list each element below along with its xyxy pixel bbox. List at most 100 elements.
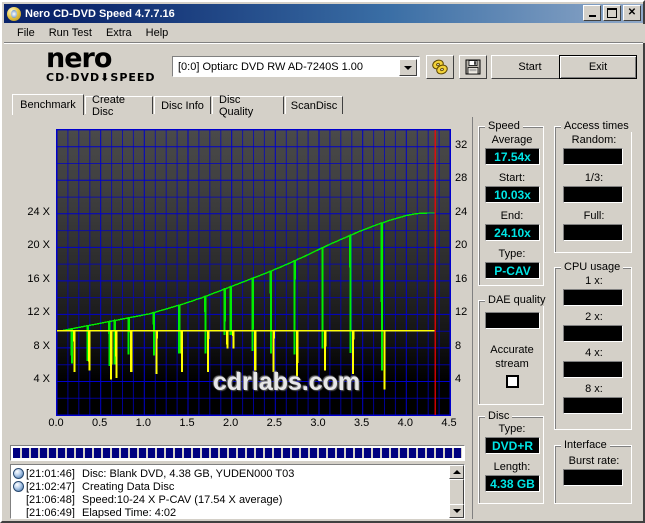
tab-scandisc[interactable]: ScanDisc: [285, 96, 343, 114]
dae-accurate-label-2: stream: [479, 358, 545, 370]
chart-ytick-right: 12: [455, 306, 467, 318]
scroll-up-icon: [453, 470, 461, 474]
cpu-usage-panel: CPU usage 1 x: 2 x: 4 x: 8 x:: [554, 267, 632, 430]
chart-ytick-right: 28: [455, 172, 467, 184]
eject-disc-button[interactable]: [426, 55, 454, 79]
access-random-label: Random:: [555, 134, 633, 146]
menu-item-run-test[interactable]: Run Test: [42, 26, 99, 40]
nero-submark-slash: ⬇: [100, 71, 110, 84]
nero-wordmark: nero: [46, 46, 181, 72]
disc-type-value: DVD+R: [485, 437, 540, 454]
disc-panel-caption: Disc: [485, 410, 512, 422]
scroll-down-button[interactable]: [449, 504, 464, 518]
chart-ytick-right: 4: [455, 373, 461, 385]
cpu-2x-value: [563, 325, 623, 342]
list-item: [21:06:48] Speed:10-24 X P-CAV (17.54 X …: [11, 493, 448, 506]
log-icon-placeholder: [13, 494, 24, 505]
speed-panel: Speed Average 17.54x Start: 10.03x End: …: [478, 126, 544, 286]
speed-average-label: Average: [479, 134, 545, 146]
panel-divider: [472, 117, 473, 519]
dae-quality-caption: DAE quality: [485, 294, 548, 306]
dae-accurate-label-1: Accurate: [479, 344, 545, 356]
speed-type-value: P-CAV: [485, 262, 540, 279]
chart-xtick: 1.0: [128, 417, 158, 429]
tab-strip: Benchmark Create Disc Disc Info Disc Qua…: [12, 94, 637, 114]
list-item: [21:06:49] Elapsed Time: 4:02: [11, 506, 448, 519]
progress-bar-fill: [13, 448, 462, 458]
tab-create-disc[interactable]: Create Disc: [85, 96, 153, 114]
log-text: Speed:10-24 X P-CAV (17.54 X average): [82, 494, 282, 506]
tab-benchmark[interactable]: Benchmark: [12, 94, 84, 115]
cpu-8x-value: [563, 397, 623, 414]
minimize-button[interactable]: [583, 5, 601, 21]
chart-ytick-left: 24 X: [10, 206, 50, 218]
chart-ytick-left: 4 X: [10, 373, 50, 385]
chart-xtick: 4.5: [434, 417, 464, 429]
log-list[interactable]: [21:01:46] Disc: Blank DVD, 4.38 GB, YUD…: [10, 464, 465, 519]
menu-item-help[interactable]: Help: [139, 26, 176, 40]
cpu-1x-label: 1 x:: [555, 275, 633, 287]
cpu-4x-value: [563, 361, 623, 378]
interface-caption: Interface: [561, 439, 610, 451]
chart-ytick-right: 16: [455, 273, 467, 285]
drive-select-dropdown-button[interactable]: [399, 59, 417, 76]
access-third-value: [563, 186, 623, 203]
accurate-stream-checkbox[interactable]: [506, 375, 519, 388]
chart-xtick: 0.5: [85, 417, 115, 429]
log-rows: [21:01:46] Disc: Blank DVD, 4.38 GB, YUD…: [11, 465, 448, 519]
chart-ytick-left: 20 X: [10, 239, 50, 251]
tab-disc-info[interactable]: Disc Info: [154, 96, 211, 114]
speed-end-label: End:: [479, 210, 545, 222]
save-button[interactable]: [459, 55, 487, 79]
log-scroll-thumb[interactable]: [449, 479, 464, 505]
log-text: Creating Data Disc: [82, 481, 174, 493]
scroll-up-button[interactable]: [449, 465, 464, 479]
dae-quality-value: [485, 312, 540, 329]
menu-item-file[interactable]: File: [10, 26, 42, 40]
scroll-down-icon: [453, 509, 461, 513]
toolbar: nero CD·DVD⬇SPEED [0:0] Optiarc DVD RW A…: [4, 44, 643, 92]
speed-start-value: 10.03x: [485, 186, 540, 203]
burst-rate-value: [563, 469, 623, 486]
cpu-8x-label: 8 x:: [555, 383, 633, 395]
nero-logo: nero CD·DVD⬇SPEED: [46, 46, 181, 90]
burst-rate-label: Burst rate:: [555, 455, 633, 467]
chart-xtick: 3.0: [303, 417, 333, 429]
speed-average-value: 17.54x: [485, 148, 540, 165]
log-time: [21:02:47]: [26, 481, 82, 493]
log-scrollbar[interactable]: [449, 465, 464, 518]
speed-start-label: Start:: [479, 172, 545, 184]
maximize-button[interactable]: [603, 5, 621, 21]
chart-ytick-right: 32: [455, 139, 467, 151]
log-time: [21:01:46]: [26, 468, 82, 480]
chart-xtick: 2.5: [259, 417, 289, 429]
access-random-value: [563, 148, 623, 165]
chevron-down-icon: [404, 66, 412, 70]
exit-button[interactable]: Exit: [559, 55, 637, 79]
access-full-value: [563, 224, 623, 241]
chart-ytick-right: 20: [455, 239, 467, 251]
menu-bar: File Run Test Extra Help: [4, 24, 645, 43]
chart-ytick-left: 12 X: [10, 306, 50, 318]
log-text: Disc: Blank DVD, 4.38 GB, YUDEN000 T03: [82, 468, 294, 480]
chart-ytick-right: 24: [455, 206, 467, 218]
drive-select[interactable]: [0:0] Optiarc DVD RW AD-7240S 1.00: [172, 56, 420, 77]
disc-length-label: Length:: [479, 461, 545, 473]
window-title: Nero CD-DVD Speed 4.7.7.16: [25, 8, 175, 20]
nero-app-icon: [7, 7, 21, 21]
start-button[interactable]: Start: [491, 55, 569, 79]
info-icon: [13, 481, 24, 492]
chart-xtick: 4.0: [390, 417, 420, 429]
speed-type-label: Type:: [479, 248, 545, 260]
window-controls: ✕: [583, 5, 641, 21]
info-icon: [13, 468, 24, 479]
tab-scandisc-label: ScanDisc: [291, 100, 337, 112]
tab-disc-quality[interactable]: Disc Quality: [212, 96, 284, 114]
chart-xtick: 1.5: [172, 417, 202, 429]
nero-submark-cddvd: CD·DVD: [46, 71, 100, 84]
cpu-4x-label: 4 x:: [555, 347, 633, 359]
progress-bar: [10, 445, 465, 461]
close-button[interactable]: ✕: [623, 5, 641, 21]
list-item: [21:02:47] Creating Data Disc: [11, 480, 448, 493]
menu-item-extra[interactable]: Extra: [99, 26, 139, 40]
